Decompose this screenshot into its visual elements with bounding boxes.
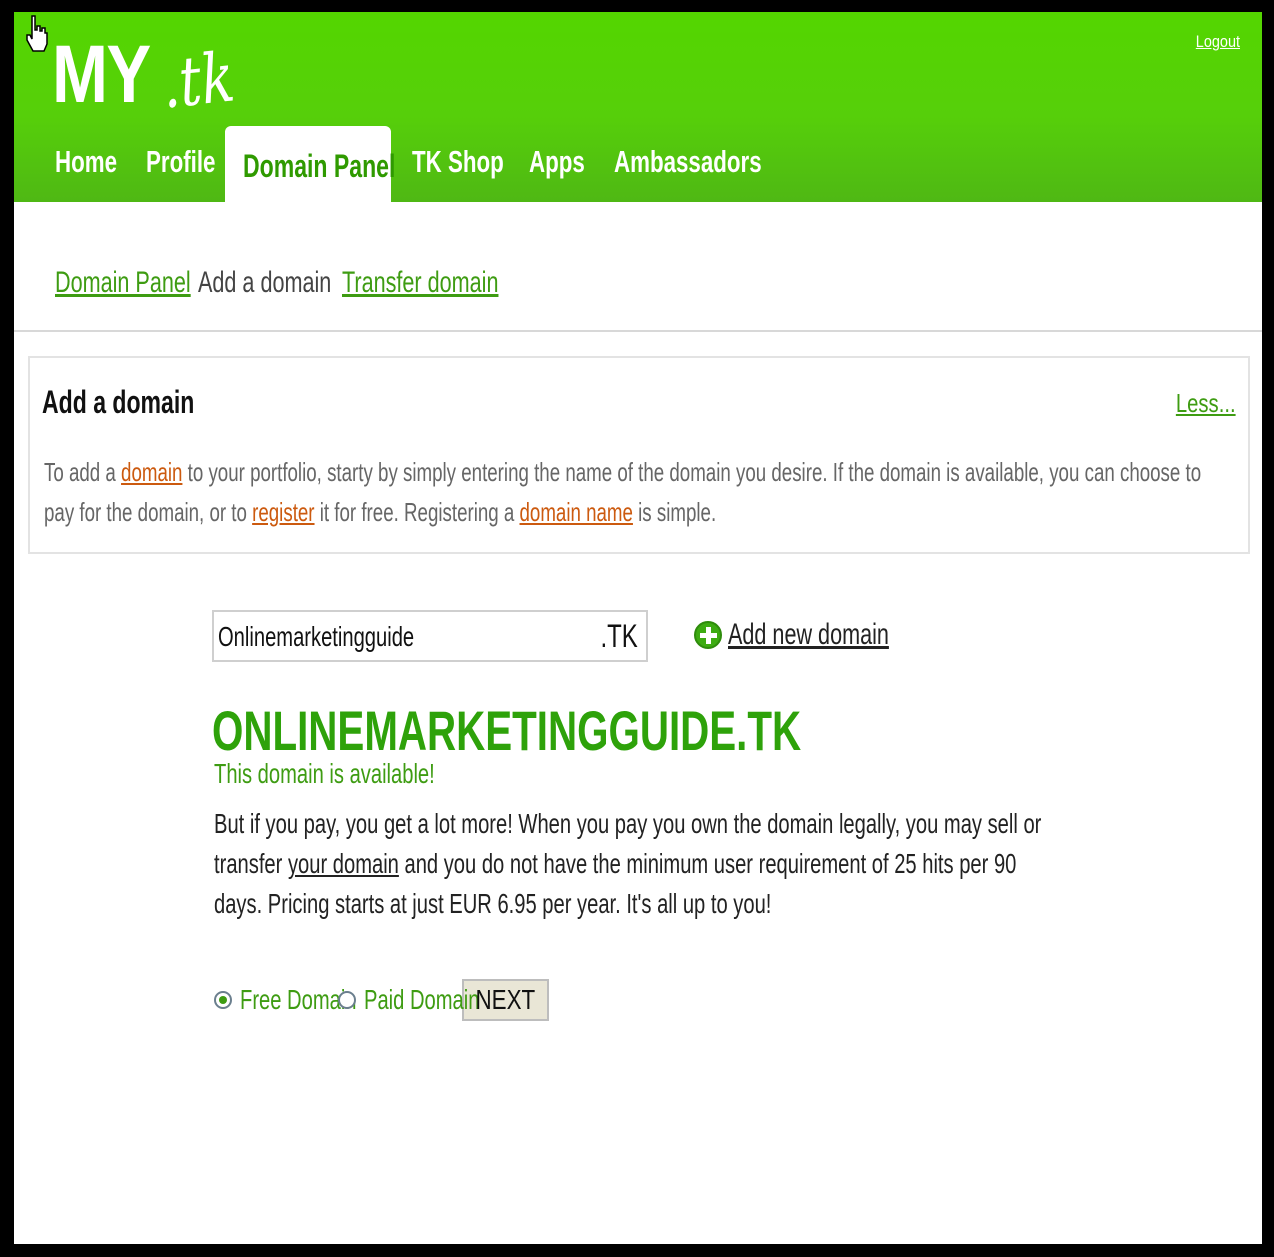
result-domain-name: ONLINEMARKETINGGUIDE.TK [212, 699, 802, 762]
info-text-part: To add a [44, 457, 122, 487]
main-nav: Home Profile Domain Panel TK Shop Apps A… [14, 126, 1262, 202]
availability-status: This domain is available! [214, 758, 435, 789]
info-text-part: it for free. Registering a [314, 497, 520, 527]
hand-cursor-icon [26, 15, 48, 52]
site-header: MY .tk Logout Home Profile Domain Panel … [14, 12, 1262, 202]
register-link[interactable]: register [252, 497, 314, 527]
free-domain-label[interactable]: Free Domain [240, 984, 357, 1016]
paid-domain-radio[interactable] [338, 991, 356, 1009]
next-button-label: NEXT [475, 984, 536, 1015]
add-new-domain-button[interactable]: Add new domain [694, 612, 951, 658]
logout-link[interactable]: Logout [1196, 32, 1240, 52]
next-button[interactable]: NEXT [462, 979, 549, 1021]
page-frame: MY .tk Logout Home Profile Domain Panel … [14, 12, 1262, 1244]
sub-nav: Domain Panel Add a domain Transfer domai… [14, 202, 1262, 332]
pricing-description: But if you pay, you get a lot more! When… [214, 804, 1049, 924]
nav-item-domain-panel[interactable]: Domain Panel [225, 126, 395, 202]
domain-search-input[interactable] [218, 620, 607, 654]
site-logo[interactable]: MY .tk [52, 29, 243, 125]
info-panel: Add a domain Less... To add a domain to … [28, 356, 1250, 554]
nav-item-domain-panel-label: Domain Panel [243, 148, 396, 184]
subnav-domain-panel[interactable]: Domain Panel [55, 266, 191, 300]
domain-link[interactable]: domain [121, 457, 182, 487]
plus-circle-icon [694, 621, 722, 649]
nav-item-home[interactable]: Home [55, 144, 117, 180]
nav-item-tk-shop[interactable]: TK Shop [412, 144, 504, 180]
free-domain-radio[interactable] [214, 991, 232, 1009]
info-title: Add a domain [42, 384, 195, 420]
info-text-part: is simple. [632, 497, 717, 527]
subnav-add-domain: Add a domain [198, 266, 332, 299]
tld-suffix: .TK [600, 618, 638, 654]
domain-search-box: .TK [212, 610, 648, 662]
logo-my-text: MY [52, 29, 151, 120]
add-new-domain-label: Add new domain [728, 618, 889, 651]
domain-type-options: Free Domain Paid Domain NEXT [214, 978, 549, 1022]
paid-domain-label[interactable]: Paid Domain [364, 984, 479, 1016]
subnav-transfer-domain[interactable]: Transfer domain [342, 266, 498, 300]
your-domain-link[interactable]: your domain [288, 848, 399, 879]
nav-item-apps[interactable]: Apps [529, 144, 585, 180]
info-text: To add a domain to your portfolio, start… [44, 452, 1225, 532]
nav-item-profile[interactable]: Profile [146, 144, 215, 180]
domain-name-link[interactable]: domain name [520, 497, 633, 527]
logo-tk-text: .tk [158, 38, 239, 125]
nav-item-ambassadors[interactable]: Ambassadors [614, 144, 762, 180]
less-link[interactable]: Less... [1176, 388, 1236, 419]
